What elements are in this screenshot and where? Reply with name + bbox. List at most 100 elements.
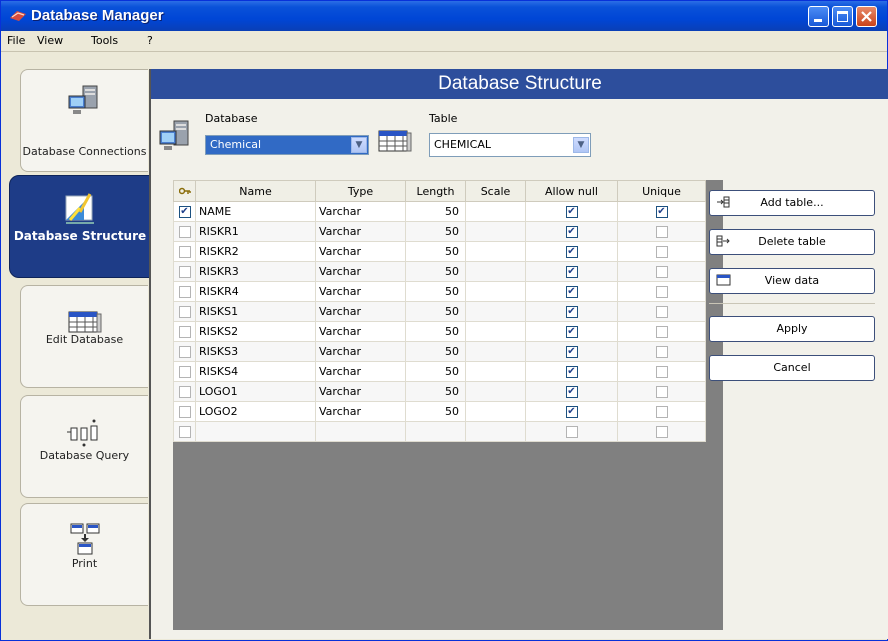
table-select[interactable]: CHEMICAL ▼ bbox=[429, 133, 591, 157]
key-checkbox[interactable] bbox=[178, 326, 191, 338]
cell-type[interactable]: Varchar bbox=[315, 361, 406, 382]
cell-length[interactable]: 50 bbox=[405, 341, 466, 362]
cell-type[interactable]: Varchar bbox=[315, 281, 406, 302]
cell-type[interactable]: Varchar bbox=[315, 401, 406, 422]
view-data-button[interactable]: View data bbox=[709, 268, 875, 294]
column-header-scale[interactable]: Scale bbox=[465, 180, 526, 202]
maximize-button[interactable] bbox=[832, 6, 853, 27]
table-row[interactable]: RISKS2 Varchar 50 ✔ bbox=[173, 321, 706, 342]
allow-null-cell[interactable]: ✔ bbox=[525, 301, 618, 322]
key-cell[interactable] bbox=[173, 221, 196, 242]
table-row[interactable] bbox=[173, 421, 706, 442]
table-row[interactable]: ✔ NAME Varchar 50 ✔ ✔ bbox=[173, 201, 706, 222]
delete-table-button[interactable]: Delete table bbox=[709, 229, 875, 255]
sidebar-item-print[interactable]: Print bbox=[20, 503, 148, 606]
cell-name[interactable]: RISKS3 bbox=[195, 341, 316, 362]
allow-null-checkbox[interactable]: ✔ bbox=[565, 206, 578, 218]
cell-scale[interactable] bbox=[465, 401, 526, 422]
cell-type[interactable] bbox=[315, 421, 406, 442]
table-row[interactable]: RISKS1 Varchar 50 ✔ bbox=[173, 301, 706, 322]
key-cell[interactable] bbox=[173, 341, 196, 362]
cell-type[interactable]: Varchar bbox=[315, 201, 406, 222]
chevron-down-icon[interactable]: ▼ bbox=[573, 137, 589, 153]
cell-type[interactable]: Varchar bbox=[315, 321, 406, 342]
cell-scale[interactable] bbox=[465, 261, 526, 282]
allow-null-cell[interactable]: ✔ bbox=[525, 321, 618, 342]
column-header-unique[interactable]: Unique bbox=[617, 180, 706, 202]
allow-null-checkbox[interactable]: ✔ bbox=[565, 346, 578, 358]
cell-type[interactable]: Varchar bbox=[315, 261, 406, 282]
column-header-type[interactable]: Type bbox=[315, 180, 406, 202]
allow-null-checkbox[interactable]: ✔ bbox=[565, 266, 578, 278]
cell-length[interactable]: 50 bbox=[405, 361, 466, 382]
close-button[interactable] bbox=[856, 6, 877, 27]
unique-cell[interactable] bbox=[617, 321, 706, 342]
unique-cell[interactable] bbox=[617, 261, 706, 282]
key-cell[interactable] bbox=[173, 361, 196, 382]
cell-length[interactable]: 50 bbox=[405, 301, 466, 322]
key-checkbox[interactable] bbox=[178, 366, 191, 378]
key-cell[interactable]: ✔ bbox=[173, 201, 196, 222]
allow-null-checkbox[interactable]: ✔ bbox=[565, 286, 578, 298]
cell-name[interactable] bbox=[195, 421, 316, 442]
allow-null-checkbox[interactable]: ✔ bbox=[565, 226, 578, 238]
cell-type[interactable]: Varchar bbox=[315, 301, 406, 322]
key-checkbox[interactable] bbox=[178, 346, 191, 358]
cell-length[interactable]: 50 bbox=[405, 221, 466, 242]
title-bar[interactable]: Database Manager bbox=[1, 1, 887, 31]
key-cell[interactable] bbox=[173, 241, 196, 262]
table-row[interactable]: RISKR2 Varchar 50 ✔ bbox=[173, 241, 706, 262]
key-checkbox[interactable] bbox=[178, 226, 191, 238]
allow-null-cell[interactable]: ✔ bbox=[525, 361, 618, 382]
apply-button[interactable]: Apply bbox=[709, 316, 875, 342]
unique-checkbox[interactable] bbox=[655, 266, 668, 278]
unique-checkbox[interactable] bbox=[655, 326, 668, 338]
add-table-button[interactable]: Add table... bbox=[709, 190, 875, 216]
menu-view[interactable]: View bbox=[37, 34, 63, 47]
unique-cell[interactable] bbox=[617, 241, 706, 262]
cell-scale[interactable] bbox=[465, 381, 526, 402]
cell-name[interactable]: RISKR2 bbox=[195, 241, 316, 262]
table-row[interactable]: LOGO1 Varchar 50 ✔ bbox=[173, 381, 706, 402]
allow-null-cell[interactable]: ✔ bbox=[525, 261, 618, 282]
cell-type[interactable]: Varchar bbox=[315, 241, 406, 262]
unique-checkbox[interactable] bbox=[655, 386, 668, 398]
cell-length[interactable]: 50 bbox=[405, 321, 466, 342]
cell-scale[interactable] bbox=[465, 341, 526, 362]
unique-cell[interactable] bbox=[617, 221, 706, 242]
allow-null-checkbox[interactable]: ✔ bbox=[565, 246, 578, 258]
table-row[interactable]: RISKR4 Varchar 50 ✔ bbox=[173, 281, 706, 302]
table-row[interactable]: RISKR3 Varchar 50 ✔ bbox=[173, 261, 706, 282]
cell-scale[interactable] bbox=[465, 301, 526, 322]
key-checkbox[interactable] bbox=[178, 406, 191, 418]
unique-checkbox[interactable] bbox=[655, 226, 668, 238]
sidebar-item-edit-database[interactable]: Edit Database bbox=[20, 285, 148, 388]
unique-cell[interactable] bbox=[617, 421, 706, 442]
key-cell[interactable] bbox=[173, 281, 196, 302]
cell-scale[interactable] bbox=[465, 221, 526, 242]
database-select[interactable]: Chemical ▼ bbox=[205, 135, 369, 155]
column-header-key[interactable] bbox=[173, 180, 196, 202]
sidebar-item-database-connections[interactable]: Database Connections bbox=[20, 69, 148, 172]
table-row[interactable]: RISKS3 Varchar 50 ✔ bbox=[173, 341, 706, 362]
cell-scale[interactable] bbox=[465, 361, 526, 382]
unique-cell[interactable] bbox=[617, 401, 706, 422]
unique-checkbox[interactable] bbox=[655, 426, 668, 438]
sidebar-item-database-query[interactable]: Database Query bbox=[20, 395, 148, 498]
key-checkbox[interactable] bbox=[178, 306, 191, 318]
allow-null-cell[interactable] bbox=[525, 421, 618, 442]
cell-type[interactable]: Varchar bbox=[315, 381, 406, 402]
cell-scale[interactable] bbox=[465, 281, 526, 302]
unique-checkbox[interactable] bbox=[655, 286, 668, 298]
cell-name[interactable]: LOGO2 bbox=[195, 401, 316, 422]
allow-null-cell[interactable]: ✔ bbox=[525, 381, 618, 402]
key-cell[interactable] bbox=[173, 381, 196, 402]
cell-name[interactable]: RISKR4 bbox=[195, 281, 316, 302]
cell-length[interactable]: 50 bbox=[405, 381, 466, 402]
allow-null-cell[interactable]: ✔ bbox=[525, 401, 618, 422]
cell-scale[interactable] bbox=[465, 421, 526, 442]
table-row[interactable]: LOGO2 Varchar 50 ✔ bbox=[173, 401, 706, 422]
cell-scale[interactable] bbox=[465, 241, 526, 262]
allow-null-cell[interactable]: ✔ bbox=[525, 201, 618, 222]
cell-length[interactable]: 50 bbox=[405, 201, 466, 222]
